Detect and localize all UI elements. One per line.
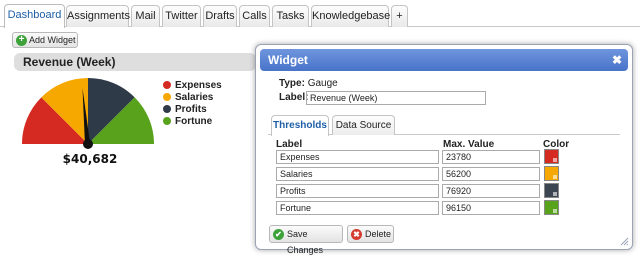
threshold-max-input[interactable]: 76920 — [442, 184, 540, 198]
dialog-title: Widget — [268, 53, 308, 67]
tab-drafts[interactable]: Drafts — [203, 5, 237, 27]
save-changes-button[interactable]: ✔ Save Changes — [269, 225, 343, 255]
threshold-label-input[interactable]: Profits — [276, 184, 439, 198]
legend-dot — [163, 105, 171, 113]
add-widget-label: Add Widget — [29, 35, 76, 45]
color-swatch-button[interactable] — [544, 200, 559, 215]
save-changes-label: Save Changes — [287, 229, 324, 255]
legend-dot — [163, 117, 171, 125]
legend-dot — [163, 93, 171, 101]
column-header-max-value: Max. Value — [443, 139, 495, 150]
tab-knowledgebase[interactable]: Knowledgebase — [311, 5, 390, 27]
tab-data-source[interactable]: Data Source — [332, 115, 395, 135]
gauge-legend: Expenses Salaries Profits Fortune — [163, 80, 222, 128]
tab-twitter[interactable]: Twitter — [162, 5, 201, 27]
label-label: Label: — [279, 92, 309, 103]
legend-item-profits: Profits — [163, 104, 222, 116]
delete-x-icon: ✖ — [351, 229, 362, 240]
threshold-max-input[interactable]: 96150 — [442, 201, 540, 215]
tab-dashboard[interactable]: Dashboard — [4, 4, 65, 28]
legend-label: Salaries — [175, 92, 214, 103]
widget-dialog: Widget ✖ Type: Gauge Label: Revenue (Wee… — [255, 44, 633, 255]
legend-label: Fortune — [175, 116, 213, 127]
color-swatch-button[interactable] — [544, 183, 559, 198]
label-row-heading: Label: — [279, 92, 308, 103]
threshold-label-input[interactable]: Expenses — [276, 150, 439, 164]
type-value: Gauge — [307, 78, 338, 89]
add-tab-button[interactable]: + — [391, 5, 408, 27]
threshold-max-input[interactable]: 56200 — [442, 167, 540, 181]
resize-grip-icon[interactable] — [620, 237, 629, 246]
dialog-header: Widget ✖ — [260, 49, 628, 71]
delete-button[interactable]: ✖ Delete — [347, 225, 394, 243]
legend-item-fortune: Fortune — [163, 116, 222, 128]
tab-bar: Dashboard Assignments Mail Twitter Draft… — [0, 0, 640, 28]
plus-circle-icon: + — [16, 35, 27, 46]
add-widget-button[interactable]: + Add Widget — [12, 32, 78, 48]
threshold-max-input[interactable]: 23780 — [442, 150, 540, 164]
threshold-label-input[interactable]: Salaries — [276, 167, 439, 181]
legend-label: Profits — [175, 104, 207, 115]
tab-calls[interactable]: Calls — [239, 5, 270, 27]
type-row: Type: Gauge — [279, 78, 338, 89]
widget-label-input[interactable]: Revenue (Week) — [306, 91, 486, 105]
gauge-hub — [83, 139, 93, 149]
tab-mail[interactable]: Mail — [131, 5, 160, 27]
legend-item-salaries: Salaries — [163, 92, 222, 104]
gauge-chart — [22, 78, 154, 149]
tab-tasks[interactable]: Tasks — [272, 5, 309, 27]
tab-thresholds[interactable]: Thresholds — [271, 115, 329, 136]
widget-title: Revenue (Week) — [14, 53, 256, 71]
color-swatch-button[interactable] — [544, 149, 559, 164]
delete-label: Delete — [365, 229, 392, 239]
gauge-value: $40,682 — [62, 152, 118, 166]
legend-label: Expenses — [175, 80, 222, 91]
threshold-label-input[interactable]: Fortune — [276, 201, 439, 215]
type-label: Type: — [279, 78, 305, 89]
column-header-label: Label — [276, 139, 303, 150]
checkmark-icon: ✔ — [273, 229, 284, 240]
legend-item-expenses: Expenses — [163, 80, 222, 92]
tab-assignments[interactable]: Assignments — [66, 5, 130, 27]
color-swatch-button[interactable] — [544, 166, 559, 181]
close-icon[interactable]: ✖ — [612, 49, 622, 71]
legend-dot — [163, 81, 171, 89]
